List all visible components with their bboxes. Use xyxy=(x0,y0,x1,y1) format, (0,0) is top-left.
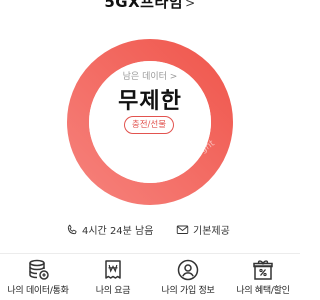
user-icon xyxy=(177,259,199,281)
remaining-data-label[interactable]: 남은 데이터 > xyxy=(0,69,300,82)
gift-percent-icon xyxy=(253,260,273,280)
mobile-plan-screen: 5GX프라임 > copyright 남은 데이터 > 무제한 충전/선물 4시간… xyxy=(0,0,300,300)
menu-my-benefits[interactable]: 나의 혜택/할인 xyxy=(225,258,300,300)
divider xyxy=(0,253,300,254)
menu-my-bill[interactable]: 나의 요금 xyxy=(75,258,151,300)
call-remaining: 4시간 24분 남음 xyxy=(66,222,153,237)
menu-my-data-calls[interactable]: 나의 데이터/통화 xyxy=(0,258,76,300)
menu-my-subscription[interactable]: 나의 가입 정보 xyxy=(150,258,226,300)
message-info-text: 기본제공 xyxy=(193,226,230,237)
database-icon xyxy=(29,259,49,280)
chevron-right-icon[interactable]: > xyxy=(185,0,196,10)
quick-menu: 나의 데이터/통화 나의 요금 나의 가입 정보 나의 혜택/할인 xyxy=(0,258,300,300)
charge-gift-button[interactable]: 충전/선물 xyxy=(124,116,174,134)
menu-label: 나의 데이터/통화 xyxy=(7,286,69,296)
call-remaining-text: 4시간 24분 남음 xyxy=(82,226,154,237)
usage-info-row: 4시간 24분 남음 기본제공 xyxy=(0,222,300,238)
menu-label: 나의 혜택/할인 xyxy=(236,286,290,296)
menu-label: 나의 요금 xyxy=(95,286,131,296)
menu-label: 나의 가입 정보 xyxy=(161,286,215,296)
remaining-data-value: 무제한 xyxy=(118,89,182,114)
phone-icon xyxy=(67,224,77,234)
won-bill-icon xyxy=(105,260,121,279)
message-info: 기본제공 xyxy=(176,222,230,237)
plan-title[interactable]: 5GX프라임 > xyxy=(0,0,300,12)
plan-name[interactable]: 5GX프라임 xyxy=(104,0,183,11)
envelope-icon xyxy=(176,225,189,234)
